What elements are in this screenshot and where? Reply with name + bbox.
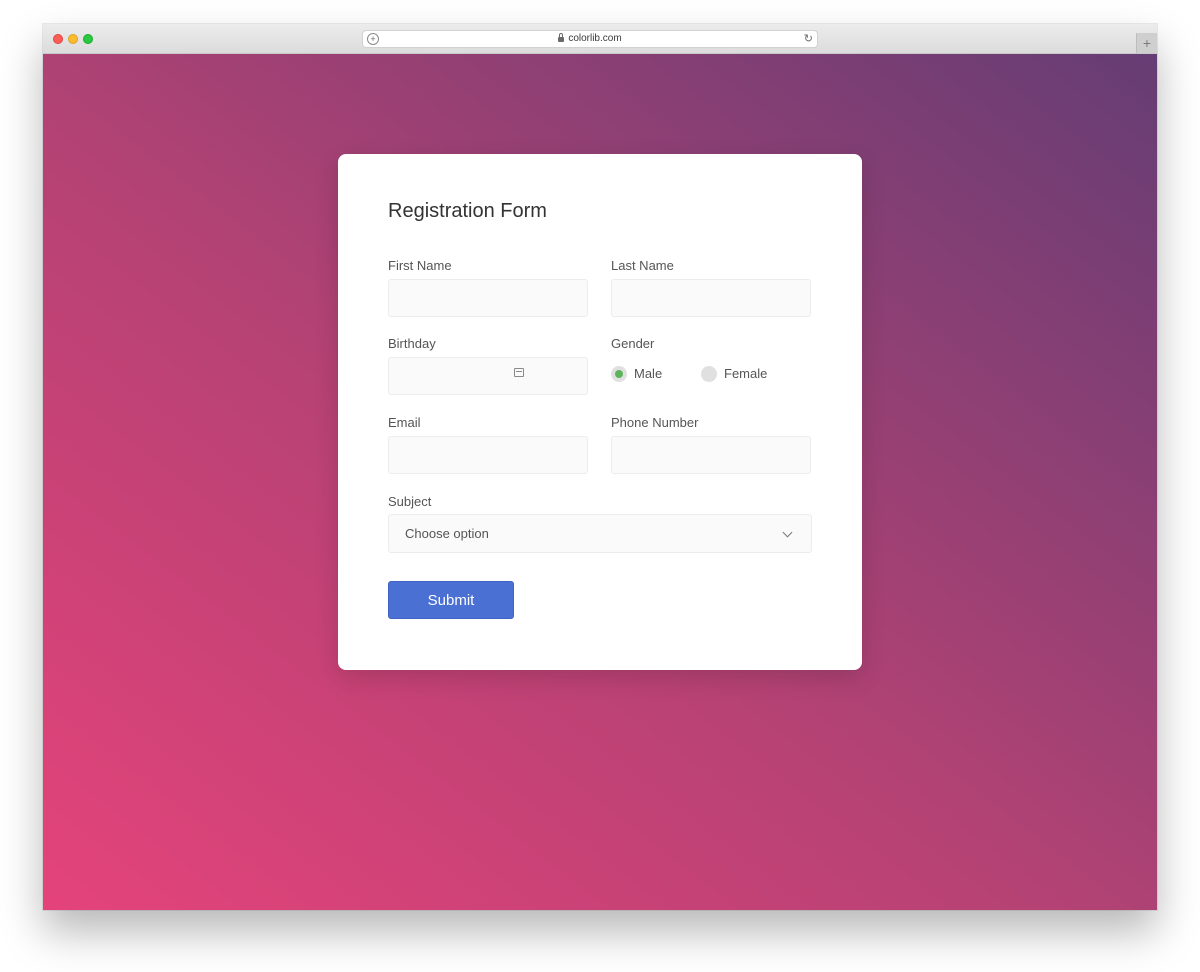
subject-select[interactable]: Choose option bbox=[388, 514, 812, 553]
last-name-input[interactable] bbox=[611, 279, 811, 317]
first-name-label: First Name bbox=[388, 258, 452, 273]
form-title: Registration Form bbox=[388, 200, 547, 222]
subject-label: Subject bbox=[388, 494, 432, 509]
gender-label: Gender bbox=[611, 336, 655, 351]
reload-icon[interactable]: ↻ bbox=[804, 32, 813, 46]
registration-card: Registration Form First Name Last Name B… bbox=[338, 154, 862, 670]
address-bar[interactable]: + colorlib.com ↻ bbox=[362, 30, 818, 48]
subject-selected-value: Choose option bbox=[405, 526, 489, 541]
zoom-window-button[interactable] bbox=[83, 34, 93, 44]
new-tab-button[interactable]: + bbox=[1136, 33, 1157, 53]
email-input[interactable] bbox=[388, 436, 588, 474]
first-name-input[interactable] bbox=[388, 279, 588, 317]
chevron-down-icon bbox=[782, 527, 793, 538]
lock-icon bbox=[558, 33, 565, 42]
phone-label: Phone Number bbox=[611, 415, 699, 430]
address-text: colorlib.com bbox=[363, 31, 817, 47]
birthday-input[interactable] bbox=[388, 357, 588, 395]
email-label: Email bbox=[388, 415, 421, 430]
last-name-label: Last Name bbox=[611, 258, 674, 273]
browser-titlebar: + colorlib.com ↻ + bbox=[43, 24, 1157, 54]
minimize-window-button[interactable] bbox=[68, 34, 78, 44]
close-window-button[interactable] bbox=[53, 34, 63, 44]
submit-button[interactable]: Submit bbox=[388, 581, 514, 619]
birthday-label: Birthday bbox=[388, 336, 436, 351]
radio-male-label: Male bbox=[634, 366, 663, 381]
calendar-icon[interactable] bbox=[514, 368, 524, 377]
radio-female-label: Female bbox=[724, 366, 768, 381]
browser-window: + colorlib.com ↻ + Registration Form Fir… bbox=[43, 24, 1157, 910]
radio-female[interactable] bbox=[701, 366, 717, 382]
plus-icon: + bbox=[1142, 35, 1152, 51]
gender-option-male[interactable]: Male bbox=[611, 366, 671, 382]
radio-male[interactable] bbox=[611, 366, 627, 382]
gender-option-female[interactable]: Female bbox=[701, 366, 777, 382]
url-text: colorlib.com bbox=[568, 33, 622, 44]
phone-input[interactable] bbox=[611, 436, 811, 474]
page-background: Registration Form First Name Last Name B… bbox=[43, 54, 1157, 910]
